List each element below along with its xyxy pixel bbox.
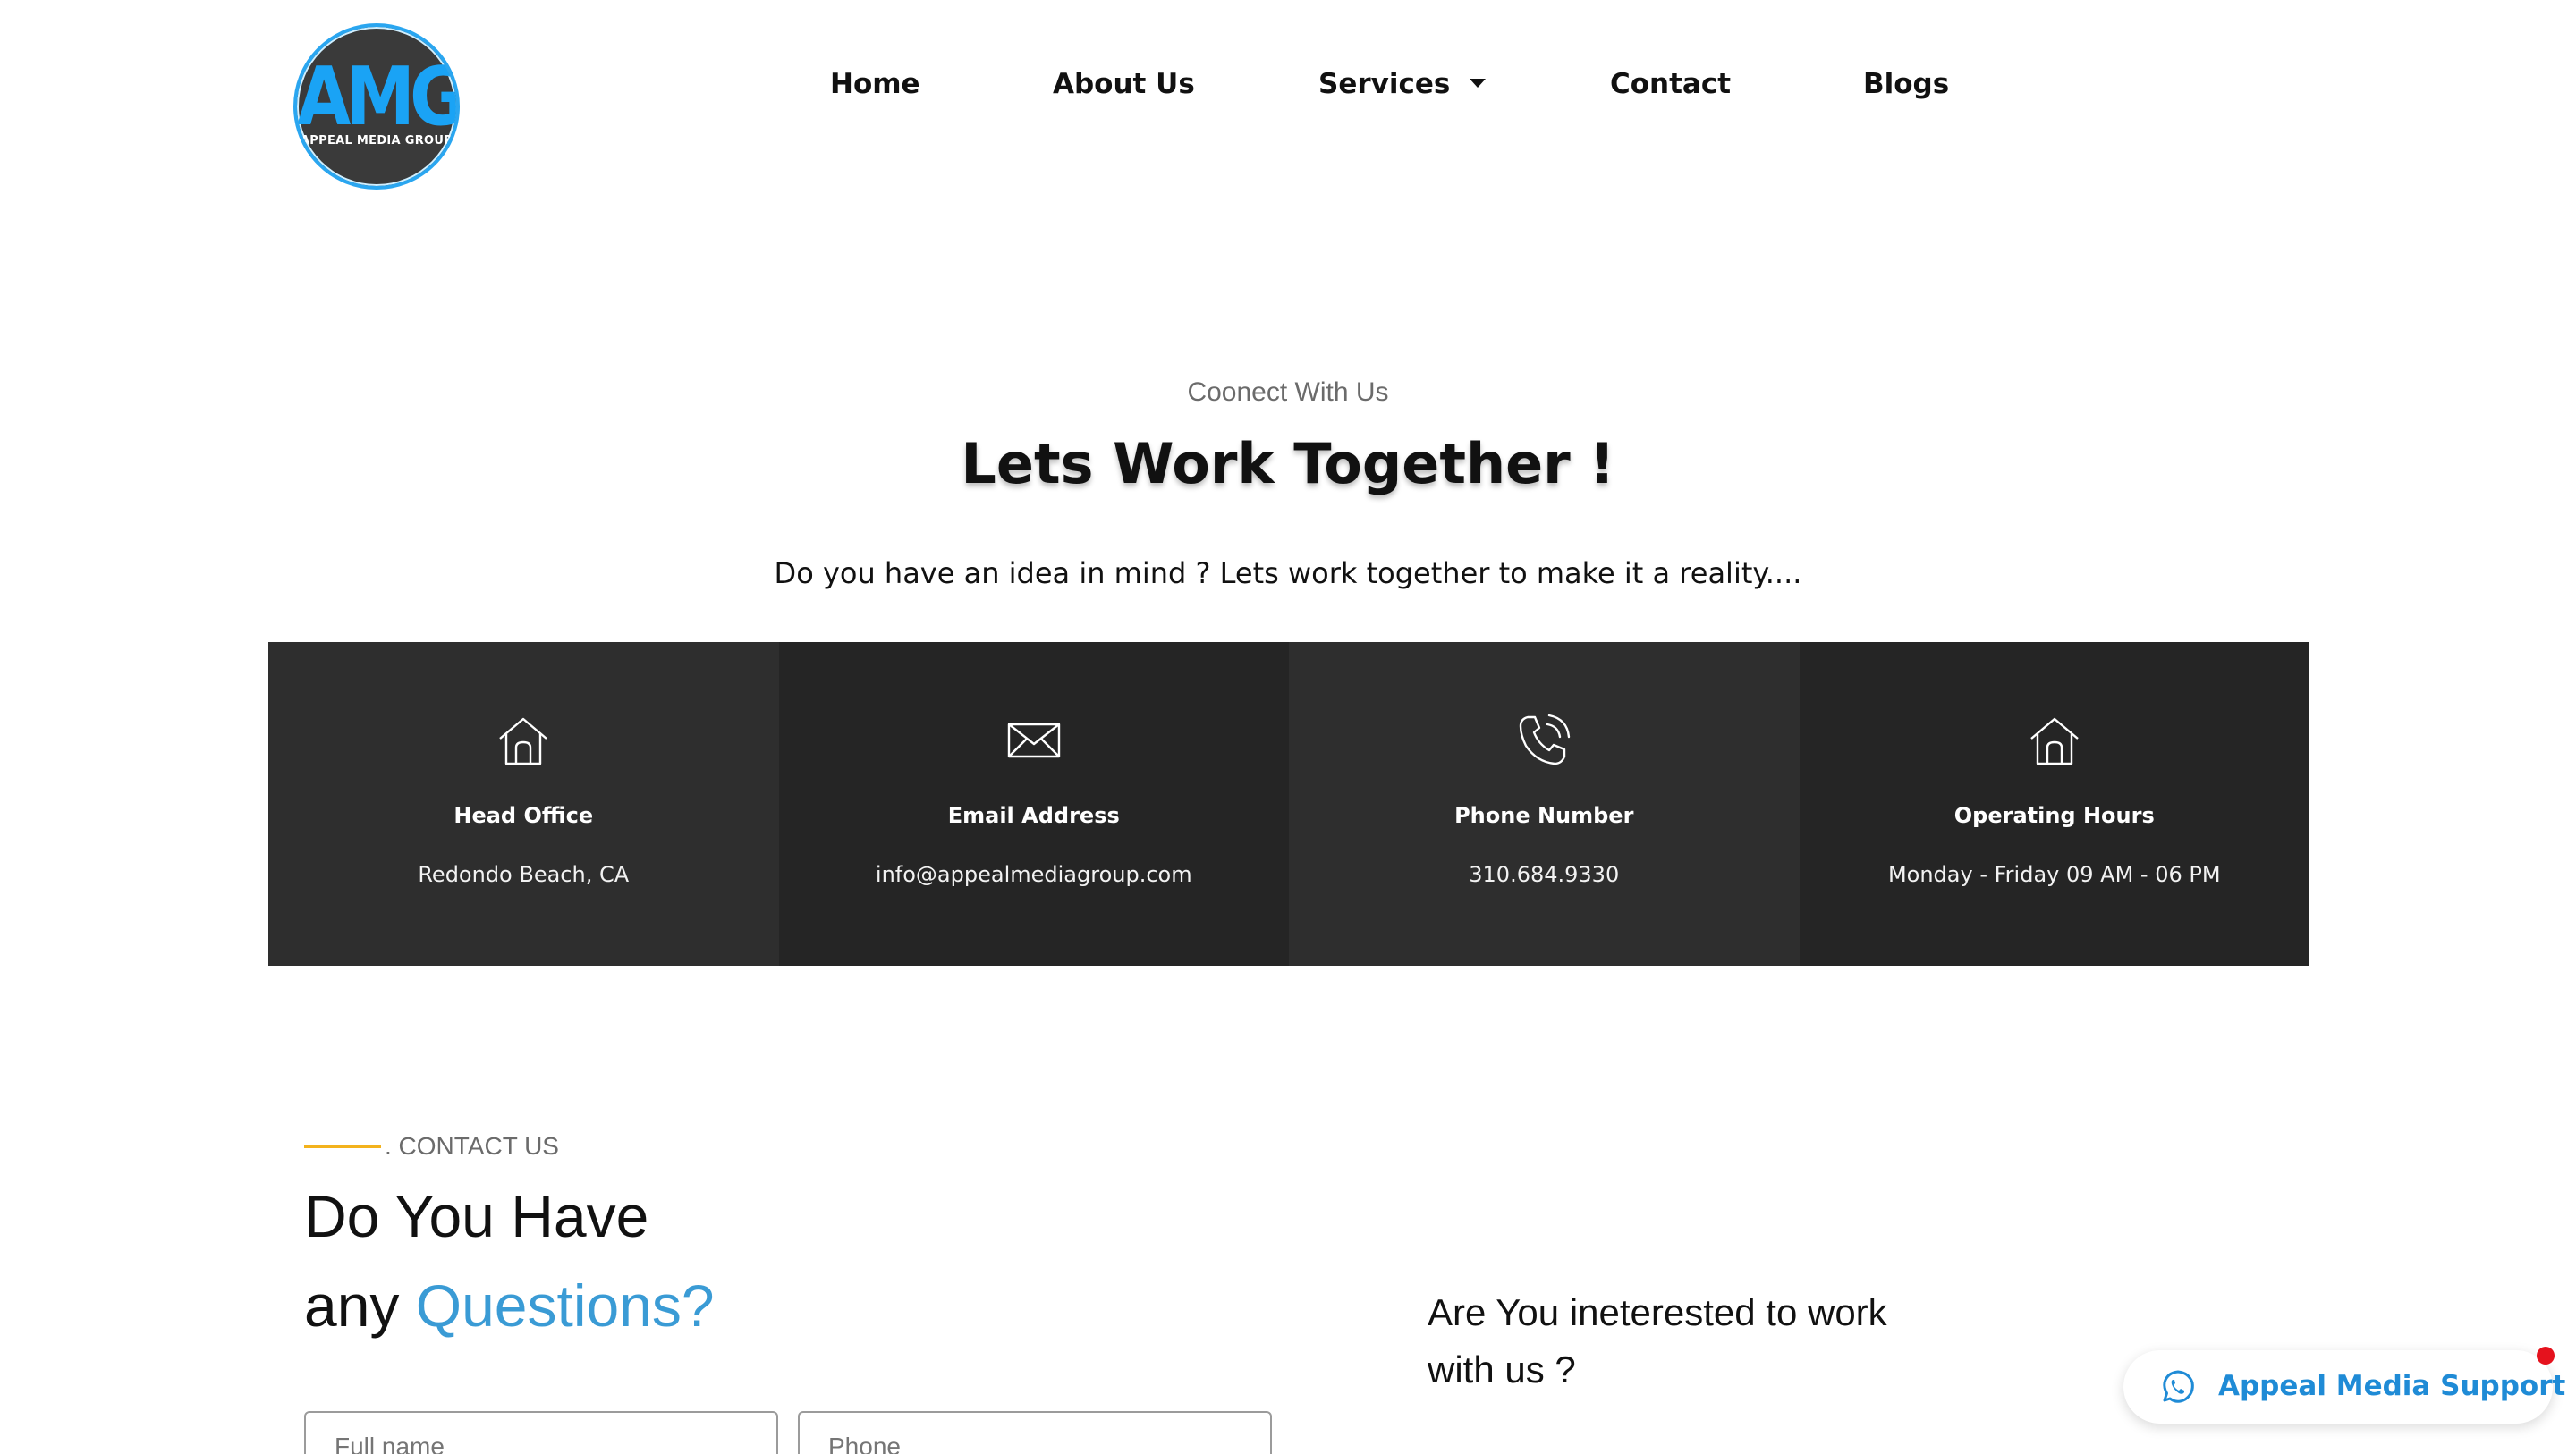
side-question-line1: Are You ineterested to work bbox=[1428, 1291, 1887, 1333]
caret-down-icon bbox=[1470, 78, 1487, 88]
phone-icon bbox=[1520, 714, 1571, 765]
logo-subtitle: APPEAL MEDIA GROUP bbox=[300, 134, 453, 148]
support-chat-button[interactable]: Appeal Media Support bbox=[2123, 1347, 2565, 1424]
card-email: Email Address info@appealmediagroup.com bbox=[778, 642, 1290, 966]
envelope-icon bbox=[1007, 723, 1060, 758]
contact-eyebrow-text: . CONTACT US bbox=[385, 1132, 559, 1160]
side-question-line2: with us ? bbox=[1428, 1348, 1576, 1391]
nav-blogs[interactable]: Blogs bbox=[1863, 68, 1949, 100]
nav-contact[interactable]: Contact bbox=[1610, 68, 1731, 100]
card-head-office: Head Office Redondo Beach, CA bbox=[268, 642, 779, 966]
card-phone: Phone Number 310.684.9330 bbox=[1289, 642, 1800, 966]
contact-heading-accent: Questions? bbox=[415, 1272, 715, 1339]
card-value[interactable]: info@appealmediagroup.com bbox=[779, 862, 1290, 887]
contact-heading-line1: Do You Have bbox=[304, 1183, 649, 1249]
card-operating-hours: Operating Hours Monday - Friday 09 AM - … bbox=[1799, 642, 2309, 966]
card-value: Monday - Friday 09 AM - 06 PM bbox=[1887, 862, 2221, 887]
nav-services-label: Services bbox=[1318, 68, 1451, 100]
nav-about-us[interactable]: About Us bbox=[1053, 68, 1195, 100]
phone-input[interactable] bbox=[798, 1411, 1272, 1454]
card-label: Head Office bbox=[453, 803, 594, 828]
nav-services[interactable]: Services bbox=[1318, 68, 1487, 100]
connect-eyebrow: Coonect With Us bbox=[1187, 377, 1389, 407]
full-name-input[interactable] bbox=[304, 1411, 778, 1454]
eyebrow-accent-bar bbox=[304, 1144, 381, 1148]
connect-title: Lets Work Together ! bbox=[961, 431, 1615, 496]
card-label: Operating Hours bbox=[1953, 803, 2155, 828]
card-label: Phone Number bbox=[1454, 803, 1634, 828]
contact-eyebrow: . CONTACT US bbox=[304, 1132, 559, 1161]
connect-lead: Do you have an idea in mind ? Lets work … bbox=[774, 556, 1802, 590]
whatsapp-icon bbox=[2163, 1370, 2194, 1403]
card-value: Redondo Beach, CA bbox=[418, 862, 630, 887]
info-cards: Head Office Redondo Beach, CA Email Addr… bbox=[268, 642, 2309, 966]
contact-heading-prefix: any bbox=[304, 1272, 416, 1339]
home-icon bbox=[2029, 717, 2079, 765]
card-label: Email Address bbox=[947, 803, 1120, 828]
card-value[interactable]: 310.684.9330 bbox=[1289, 862, 1800, 887]
contact-heading-line2: any Questions? bbox=[304, 1272, 715, 1340]
main-nav: Home About Us Services Contact Blogs bbox=[0, 68, 2576, 113]
support-label: Appeal Media Support bbox=[2218, 1370, 2566, 1402]
notification-dot bbox=[2537, 1347, 2555, 1365]
home-icon bbox=[499, 717, 548, 765]
nav-home[interactable]: Home bbox=[830, 68, 920, 100]
